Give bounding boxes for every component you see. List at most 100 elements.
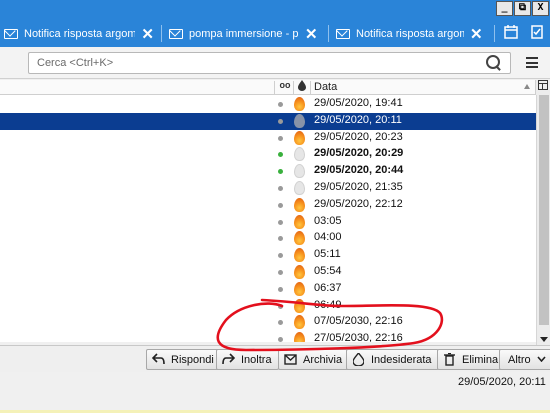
junk-status-column-icon[interactable] — [295, 80, 309, 94]
message-list[interactable]: 29/05/2020, 19:41 29/05/2020, 20:11 29/05/… — [0, 95, 536, 342]
read-dot-icon[interactable] — [278, 135, 283, 141]
junk-button[interactable]: Indesiderata — [346, 349, 439, 370]
message-row[interactable]: 29/05/2020, 20:23 — [0, 130, 536, 147]
tab-close-icon[interactable]: ✕ — [141, 25, 154, 43]
message-row[interactable]: 29/05/2020, 20:44 — [0, 163, 536, 180]
junk-flame-icon[interactable] — [294, 332, 305, 342]
scroll-down-arrow-icon[interactable] — [540, 337, 548, 342]
junk-flame-icon[interactable] — [294, 181, 305, 195]
junk-flame-icon[interactable] — [294, 265, 305, 279]
message-date-cell: 27/05/2030, 22:16 — [314, 332, 403, 342]
scrollbar-thumb[interactable] — [539, 95, 549, 325]
column-divider — [293, 81, 294, 94]
message-row[interactable]: 29/05/2020, 20:29 — [0, 146, 536, 163]
archive-button[interactable]: Archivia — [278, 349, 350, 370]
junk-flame-icon[interactable] — [294, 113, 305, 128]
message-row[interactable]: 29/05/2020, 22:12 — [0, 197, 536, 214]
junk-flame-icon[interactable] — [294, 214, 305, 229]
junk-flame-icon[interactable] — [294, 231, 305, 246]
tab-label: Notifica risposta argomen — [24, 28, 136, 40]
read-dot-icon[interactable] — [278, 202, 283, 208]
message-row[interactable]: 06:37 — [0, 281, 536, 298]
message-list-header: oo Data — [0, 80, 550, 95]
message-row[interactable]: 07/05/2030, 22:16 — [0, 314, 536, 331]
junk-flame-icon[interactable] — [294, 164, 305, 179]
reply-icon — [151, 353, 165, 366]
read-dot-icon[interactable] — [278, 236, 283, 242]
message-date-cell: 06:49 — [314, 298, 342, 311]
tab-separator — [494, 25, 495, 42]
vertical-scrollbar[interactable] — [536, 95, 550, 345]
tab-close-icon[interactable]: ✕ — [470, 25, 483, 43]
message-row[interactable]: 05:54 — [0, 264, 536, 281]
close-window-button[interactable]: X — [532, 1, 549, 16]
more-label: Altro — [508, 353, 531, 366]
search-input[interactable]: Cerca <Ctrl+K> — [28, 52, 511, 74]
junk-flame-icon[interactable] — [294, 97, 305, 111]
more-button[interactable]: Altro — [499, 349, 550, 370]
minimize-button[interactable]: _ — [496, 1, 513, 16]
message-action-bar: Rispondi Inoltra Archivia Indesiderata E… — [0, 345, 550, 372]
message-row[interactable]: 29/05/2020, 19:41 — [0, 96, 536, 113]
reply-label: Rispondi — [171, 353, 214, 366]
read-dot-icon[interactable] — [278, 270, 283, 275]
read-dot-icon[interactable] — [278, 186, 283, 191]
read-dot-icon[interactable] — [278, 219, 283, 225]
junk-flame-icon[interactable] — [294, 281, 305, 296]
tab-separator — [161, 25, 162, 42]
message-row[interactable]: 03:05 — [0, 214, 536, 231]
message-date-cell: 04:00 — [314, 231, 342, 244]
column-picker-icon[interactable] — [535, 80, 550, 95]
tasks-icon[interactable] — [529, 25, 545, 41]
junk-flame-icon[interactable] — [294, 147, 305, 162]
tab-notifica-1[interactable]: Notifica risposta argomen ✕ — [4, 23, 154, 45]
read-dot-icon[interactable] — [278, 118, 283, 124]
junk-flame-icon[interactable] — [294, 197, 305, 212]
tab-notifica-2[interactable]: Notifica risposta argomen ✕ — [336, 23, 486, 45]
message-date-cell: 03:05 — [314, 214, 342, 227]
calendar-icon[interactable] — [503, 25, 519, 41]
tab-bar: Notifica risposta argomen ✕ pompa immers… — [0, 20, 550, 47]
junk-flame-icon[interactable] — [294, 248, 305, 263]
unread-dot-icon[interactable] — [278, 152, 283, 158]
message-row[interactable]: 27/05/2030, 22:16 — [0, 331, 536, 342]
message-date-cell: 29/05/2020, 21:35 — [314, 181, 403, 193]
search-toolbar: Cerca <Ctrl+K> — [0, 47, 550, 79]
junk-flame-icon[interactable] — [294, 130, 305, 145]
message-date: 29/05/2020, 20:11 — [458, 376, 546, 388]
chevron-down-icon — [537, 354, 546, 365]
read-dot-icon[interactable] — [278, 286, 283, 292]
message-date-cell: 29/05/2020, 20:29 — [314, 147, 404, 160]
date-column[interactable]: Data — [314, 81, 337, 93]
delete-button[interactable]: Elimina — [437, 349, 506, 370]
message-date-cell: 29/05/2020, 20:23 — [314, 130, 403, 143]
envelope-icon — [169, 29, 183, 39]
read-status-column[interactable]: oo — [277, 80, 293, 90]
read-dot-icon[interactable] — [278, 320, 283, 326]
forward-button[interactable]: Inoltra — [216, 349, 279, 370]
message-date-cell: 29/05/2020, 19:41 — [314, 97, 403, 109]
read-dot-icon[interactable] — [278, 102, 283, 107]
reply-button[interactable]: Rispondi — [146, 349, 221, 370]
forward-label: Inoltra — [241, 353, 272, 366]
read-dot-icon[interactable] — [278, 303, 283, 309]
tab-close-icon[interactable]: ✕ — [305, 25, 318, 43]
search-icon[interactable] — [486, 55, 502, 71]
message-row[interactable]: 29/05/2020, 20:11 — [0, 112, 536, 130]
message-row[interactable]: 29/05/2020, 21:35 — [0, 180, 536, 197]
sort-ascending-icon — [524, 84, 530, 89]
read-dot-icon[interactable] — [278, 337, 283, 342]
read-dot-icon[interactable] — [278, 253, 283, 259]
message-date-cell: 06:37 — [314, 281, 342, 294]
message-row[interactable]: 05:11 — [0, 247, 536, 264]
unread-dot-icon[interactable] — [278, 169, 283, 175]
junk-flame-icon[interactable] — [294, 315, 305, 330]
menu-icon[interactable] — [526, 57, 538, 68]
tab-pompa[interactable]: pompa immersione - pre ✕ — [169, 23, 321, 45]
junk-flame-icon[interactable] — [294, 298, 305, 313]
message-row[interactable]: 06:49 — [0, 298, 536, 315]
restore-button[interactable]: ⧉ — [514, 1, 531, 16]
column-divider — [310, 81, 311, 94]
message-row[interactable]: 04:00 — [0, 230, 536, 247]
tab-label: pompa immersione - pre — [189, 28, 299, 40]
